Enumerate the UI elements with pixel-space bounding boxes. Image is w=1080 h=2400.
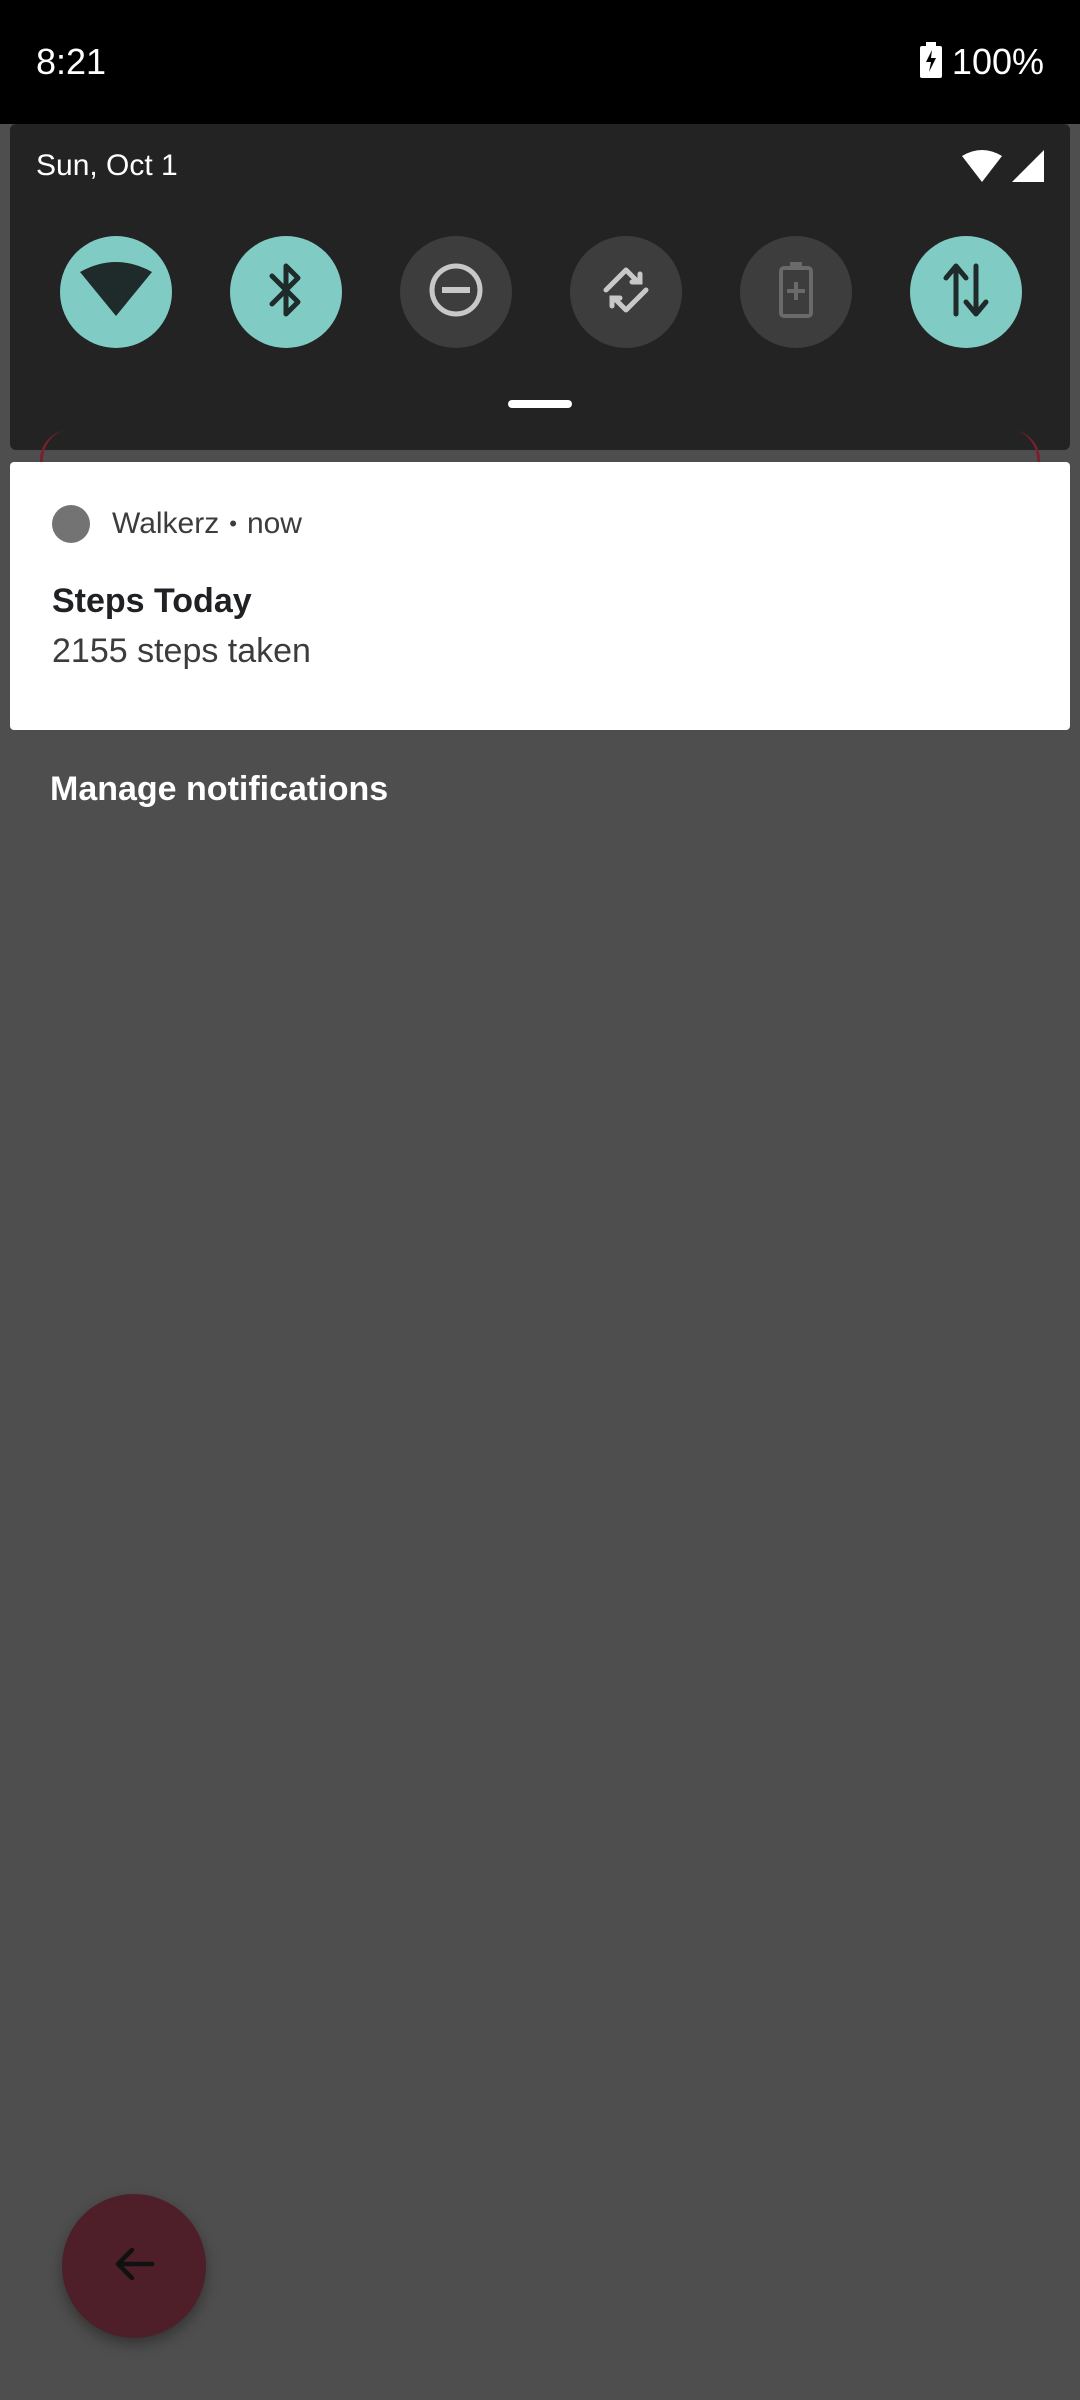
tile-battery-saver[interactable] xyxy=(740,236,852,348)
quick-settings-panel: Sun, Oct 1 xyxy=(10,124,1070,450)
qs-date[interactable]: Sun, Oct 1 xyxy=(36,146,178,186)
cellular-signal-icon xyxy=(1012,150,1044,187)
notification-app-name: Walkerz xyxy=(112,507,220,540)
do-not-disturb-icon xyxy=(428,262,484,323)
tile-bluetooth[interactable] xyxy=(230,236,342,348)
battery-charging-icon xyxy=(919,41,942,83)
wifi-icon xyxy=(80,261,152,323)
arrow-back-icon xyxy=(110,2240,158,2293)
battery-saver-icon xyxy=(778,260,814,325)
bluetooth-icon xyxy=(266,262,306,323)
mobile-data-icon xyxy=(942,262,990,323)
notification-title: Steps Today xyxy=(52,582,252,620)
tile-do-not-disturb[interactable] xyxy=(400,236,512,348)
status-right: 100% xyxy=(919,38,1044,86)
notification-text: 2155 steps taken xyxy=(52,632,311,670)
status-bar: 8:21 100% xyxy=(0,0,1080,124)
tile-mobile-data[interactable] xyxy=(910,236,1022,348)
notification-separator: • xyxy=(229,511,237,536)
tile-wifi[interactable] xyxy=(60,236,172,348)
qs-indicators xyxy=(962,150,1044,187)
battery-percent: 100% xyxy=(951,41,1044,82)
notification-header: Walkerz • now xyxy=(52,504,302,544)
notification-time: now xyxy=(246,507,302,540)
qs-tiles xyxy=(10,236,1070,348)
status-time: 8:21 xyxy=(36,41,107,82)
manage-notifications-button[interactable]: Manage notifications xyxy=(50,770,388,809)
wifi-signal-icon xyxy=(962,150,1002,187)
tile-auto-rotate[interactable] xyxy=(570,236,682,348)
qs-drag-handle[interactable] xyxy=(508,400,572,408)
app-icon xyxy=(52,505,90,543)
auto-rotate-icon xyxy=(596,260,656,325)
notification-card[interactable]: Walkerz • now Steps Today 2155 steps tak… xyxy=(10,462,1070,730)
back-fab[interactable] xyxy=(62,2194,206,2338)
